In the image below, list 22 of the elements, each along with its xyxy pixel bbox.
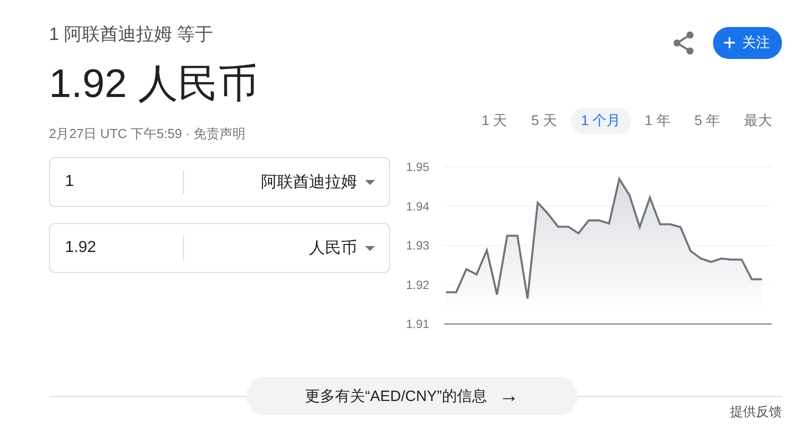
axis-tick-label: 1.93 (406, 238, 430, 252)
range-tab[interactable]: 5 年 (684, 108, 730, 134)
follow-button[interactable]: + 关注 (713, 27, 782, 59)
axis-tick-label: 1.95 (406, 160, 430, 174)
axis-tick-label: 1.94 (406, 199, 430, 214)
range-tab[interactable]: 1 年 (634, 108, 680, 134)
range-tab[interactable]: 5 天 (521, 108, 567, 134)
timestamp-text: 2月27日 UTC 下午5:59 · 免责声明 (49, 125, 246, 143)
more-info-button[interactable]: 更多有关“AED/CNY”的信息 → (246, 377, 578, 415)
conversion-result: 1.92 人民币 (49, 61, 258, 108)
conversion-subtitle: 1 阿联酋迪拉姆 等于 (49, 23, 214, 46)
dropdown-caret-icon (365, 246, 375, 250)
dropdown-caret-icon (365, 180, 375, 184)
axis-tick-label: 1.91 (406, 317, 430, 331)
range-tab[interactable]: 最大 (734, 108, 782, 134)
range-tab[interactable]: 1 天 (472, 108, 518, 134)
share-icon[interactable] (673, 31, 696, 55)
converter-field[interactable]: 1.92 人民币 (49, 223, 390, 273)
feedback-link[interactable]: 提供反馈 (730, 403, 782, 421)
axis-tick-label: 1.92 (406, 278, 430, 292)
converter-field[interactable]: 1 阿联酋迪拉姆 (49, 157, 390, 207)
range-tab[interactable]: 1 个月 (570, 108, 631, 134)
